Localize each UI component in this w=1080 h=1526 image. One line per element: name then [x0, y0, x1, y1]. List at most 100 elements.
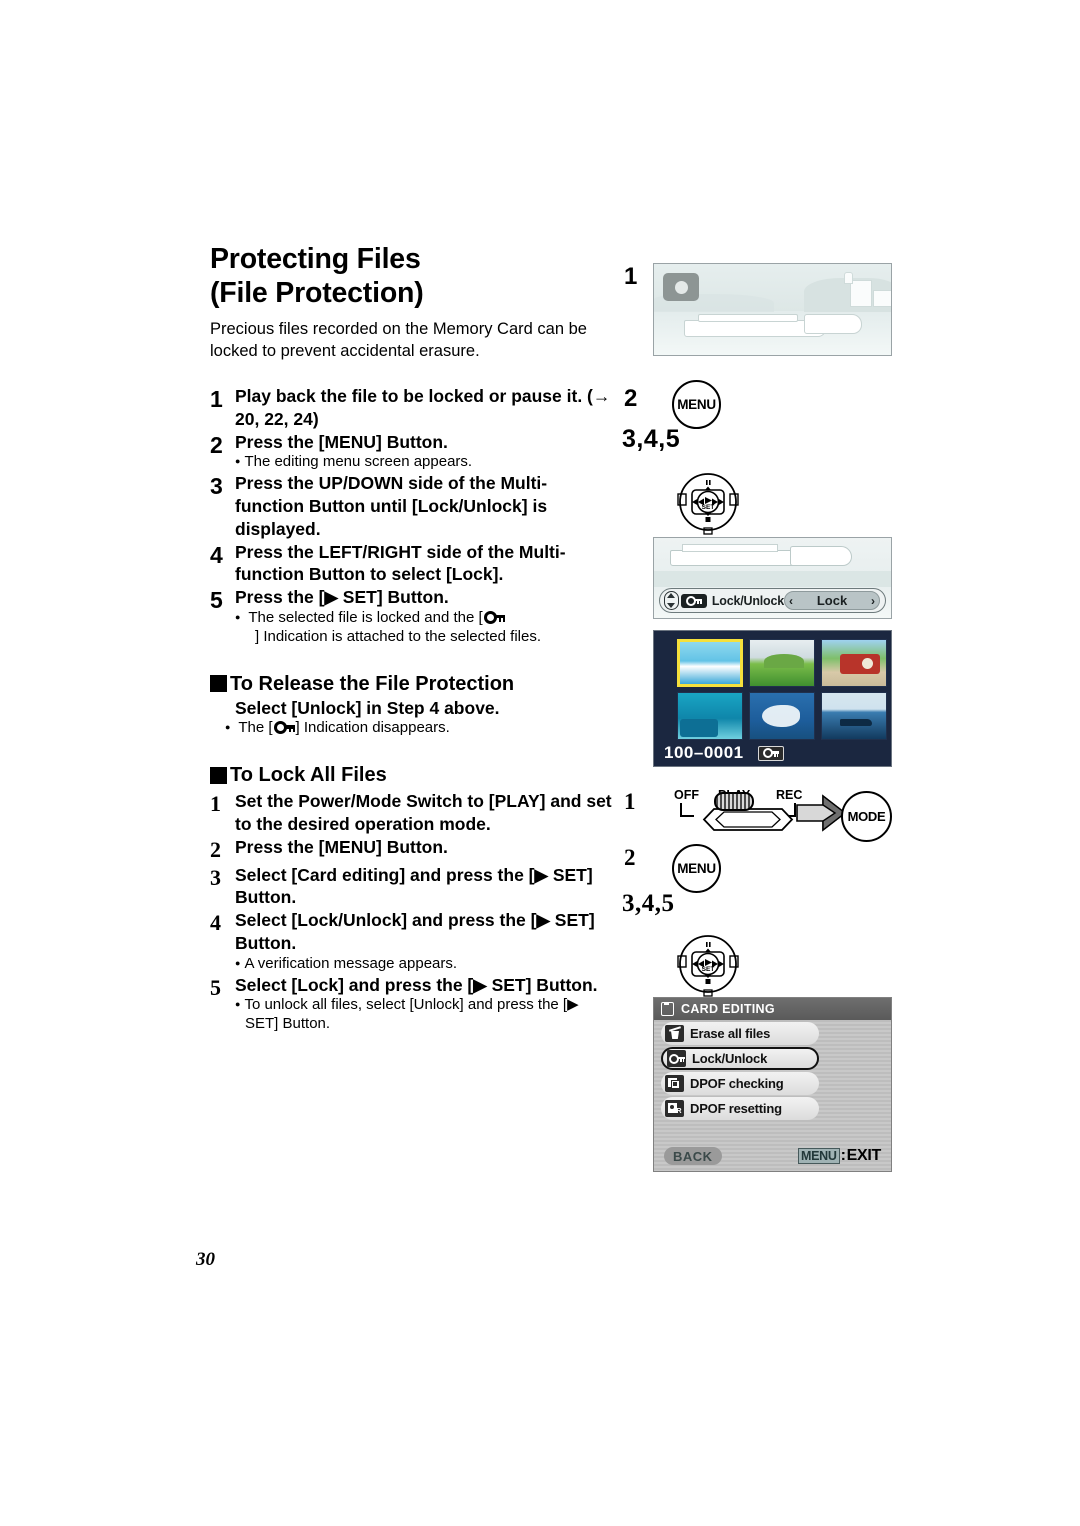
photo-water	[654, 571, 891, 587]
photo-boat-hull	[670, 550, 810, 566]
step-bullet: To unlock all files, select [Unlock] and…	[244, 996, 615, 1034]
step-text: Set the Power/Mode Switch to [PLAY] and …	[235, 791, 612, 834]
back-button[interactable]: BACK	[664, 1147, 722, 1165]
menu-item-lock-unlock[interactable]: Lock/Unlock	[661, 1047, 819, 1070]
lock-key-icon	[667, 1050, 686, 1067]
chevron-left-icon[interactable]: ‹	[789, 594, 793, 608]
section-title: To Lock All Files	[230, 764, 387, 787]
card-editing-footer: BACK MENU : EXIT	[654, 1147, 891, 1165]
main-steps-list: 1 Play back the file to be locked or pau…	[210, 385, 615, 646]
illustration-label-2a: 2	[624, 385, 638, 412]
square-bullet-icon	[210, 766, 227, 784]
multi-function-button[interactable]: SET	[672, 468, 744, 536]
step-number: 3	[210, 864, 221, 890]
thumbnail-item[interactable]	[821, 639, 887, 687]
thumbnail-item[interactable]	[677, 692, 743, 740]
step-number: 5	[210, 974, 221, 1000]
step-item: 4 Press the LEFT/RIGHT side of the Multi…	[210, 541, 615, 587]
menu-item-label: DPOF resetting	[690, 1101, 782, 1116]
illustration-label-345b: 3,4,5	[622, 890, 675, 917]
lock-unlock-value: Lock	[816, 593, 848, 608]
step-text: Press the [MENU] Button.	[235, 836, 448, 857]
camera-mode-icon	[663, 273, 699, 301]
chevron-right-icon[interactable]: ›	[871, 594, 875, 608]
section-title: To Release the File Protection	[230, 672, 515, 695]
card-icon	[661, 1002, 674, 1016]
manual-page: Protecting Files (File Protection) Preci…	[0, 0, 1080, 1526]
menu-item-label: DPOF checking	[690, 1076, 784, 1091]
step-number: 5	[210, 587, 223, 614]
menu-item-dpof-resetting[interactable]: R DPOF resetting	[661, 1097, 819, 1120]
lock-key-icon	[273, 721, 295, 735]
step-item: 3 Select [Card editing] and press the [▶…	[210, 864, 615, 910]
menu-item-label: Lock/Unlock	[692, 1051, 768, 1066]
section-bullet: The [] Indication disappears.	[235, 719, 615, 738]
step-text: Press the [▶ SET] Button.	[235, 587, 449, 608]
page-title-line1: Protecting Files	[210, 243, 421, 275]
page-title-line2: (File Protection)	[210, 276, 424, 309]
illustration-label-1b: 1	[624, 789, 636, 814]
lock-unlock-option-bar[interactable]: Lock/Unlock ‹ Lock ›	[659, 588, 886, 613]
step-number: 2	[210, 836, 221, 862]
lcd-lock-unlock-screen: Lock/Unlock ‹ Lock ›	[653, 537, 892, 619]
menu-key-badge: MENU	[797, 1148, 840, 1164]
photo-building	[850, 280, 872, 307]
step-number: 1	[210, 386, 223, 413]
section-header-release: To Release the File Protection	[210, 673, 615, 695]
bullet-text-pre: The selected file is locked and the [	[248, 608, 483, 626]
step-item: 2 Press the [MENU] Button. The editing m…	[210, 431, 615, 473]
square-bullet-icon	[210, 675, 227, 693]
arrow-right-icon	[796, 794, 847, 832]
photo-boat-deck	[698, 314, 798, 322]
multi-function-button-2[interactable]: SET	[672, 930, 744, 998]
thumbnail-grid	[677, 639, 891, 740]
thumbnail-item[interactable]	[677, 639, 743, 687]
mode-button[interactable]: MODE	[841, 791, 892, 842]
lcd-card-editing-screen: CARD EDITING Erase all files Lock/Unlock…	[653, 997, 892, 1172]
dpof-check-icon	[665, 1075, 684, 1092]
card-editing-header: CARD EDITING	[654, 998, 891, 1020]
photo-boat-bow	[790, 546, 852, 566]
menu-button-2[interactable]: MENU	[672, 844, 721, 893]
lock-key-icon	[757, 745, 784, 761]
lock-key-icon	[483, 610, 505, 624]
section-subtitle: Select [Unlock] in Step 4 above.	[235, 697, 500, 718]
menu-item-dpof-checking[interactable]: DPOF checking	[661, 1072, 819, 1095]
illustration-label-2b: 2	[624, 845, 636, 870]
menu-exit-hint: MENU : EXIT	[797, 1147, 882, 1165]
photo-building	[873, 290, 891, 307]
step-text: Select [Lock] and press the [▶ SET] Butt…	[235, 974, 598, 995]
lcd-thumbnail-grid-screen: 100–0001	[653, 630, 892, 767]
menu-button-label: MENU	[677, 861, 716, 876]
exit-separator: :	[840, 1147, 846, 1164]
illustration-label-1a: 1	[624, 263, 638, 290]
switch-knob[interactable]	[714, 792, 754, 811]
step-item: 5 Press the [▶ SET] Button. The selected…	[210, 586, 615, 647]
step-item: 3 Press the UP/DOWN side of the Multi-fu…	[210, 472, 615, 540]
photo-tower	[844, 272, 853, 284]
step-bullet: The selected file is locked and the [] I…	[245, 609, 615, 647]
step-text: Press the UP/DOWN side of the Multi-func…	[235, 473, 548, 539]
lock-unlock-value-selector[interactable]: ‹ Lock ›	[784, 591, 880, 610]
trash-icon	[665, 1025, 684, 1042]
multi-function-dial-icon: SET	[677, 935, 739, 997]
step-item: 2 Press the [MENU] Button.	[210, 836, 615, 864]
multi-function-dial-icon: SET	[677, 473, 739, 535]
step-item: 1 Play back the file to be locked or pau…	[210, 385, 615, 431]
illustration-label-345a: 3,4,5	[622, 425, 681, 453]
bullet-text-post: ] Indication is attached to the selected…	[255, 627, 542, 645]
step-item: 5 Select [Lock] and press the [▶ SET] Bu…	[210, 974, 615, 1035]
file-id-label: 100–0001	[664, 743, 744, 762]
photo-boat-deck	[682, 544, 778, 552]
exit-label: EXIT	[846, 1147, 882, 1164]
step-text: Press the LEFT/RIGHT side of the Multi-f…	[235, 541, 566, 585]
thumbnail-item[interactable]	[749, 692, 815, 740]
thumbnail-item[interactable]	[821, 692, 887, 740]
menu-item-erase-all-files[interactable]: Erase all files	[661, 1022, 819, 1045]
dpof-reset-icon: R	[665, 1100, 684, 1117]
step-number: 2	[210, 431, 223, 458]
thumbnail-item[interactable]	[749, 639, 815, 687]
menu-button[interactable]: MENU	[672, 380, 721, 429]
step-text: Select [Lock/Unlock] and press the [▶ SE…	[235, 910, 595, 953]
lcd-playback-screen	[653, 263, 892, 356]
